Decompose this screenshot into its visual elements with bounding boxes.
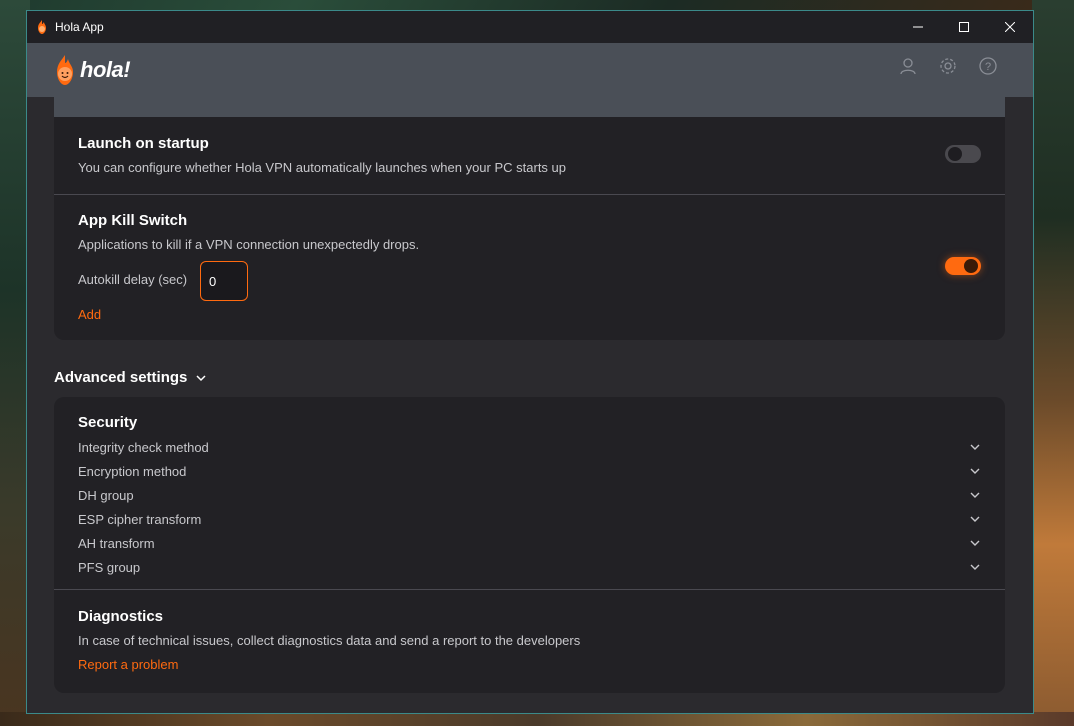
chevron-down-icon <box>196 374 206 381</box>
previous-section-edge <box>54 97 1005 117</box>
user-icon[interactable] <box>899 57 917 75</box>
chevron-down-icon <box>970 492 980 498</box>
help-icon[interactable]: ? <box>979 57 997 75</box>
add-app-link[interactable]: Add <box>78 307 101 322</box>
security-item-label: Integrity check method <box>78 439 209 455</box>
kill-switch-title: App Kill Switch <box>78 212 188 229</box>
svg-text:?: ? <box>985 61 991 73</box>
autokill-delay-label: Autokill delay (sec) <box>78 272 188 287</box>
minimize-button[interactable] <box>895 11 941 43</box>
security-item-esp-cipher[interactable]: ESP cipher transform <box>78 509 981 529</box>
advanced-settings-card: Security Integrity check method Encrypti… <box>54 397 1005 693</box>
maximize-button[interactable] <box>941 11 987 43</box>
security-item-label: AH transform <box>78 535 155 551</box>
app-header: hola! ? <box>27 43 1033 97</box>
logo-text: hola! <box>80 57 131 82</box>
hola-flame-logo-icon <box>57 55 73 85</box>
toggle-knob <box>964 259 978 273</box>
advanced-settings-label: Advanced settings <box>54 369 188 386</box>
settings-content[interactable]: Launch on startup You can configure whet… <box>27 97 1033 713</box>
hola-flame-icon <box>38 20 46 34</box>
window-controls <box>895 11 1033 43</box>
launch-on-startup-toggle[interactable] <box>945 145 981 163</box>
security-item-label: DH group <box>78 487 134 503</box>
hola-logo: hola! <box>53 55 131 85</box>
divider <box>54 194 1005 195</box>
chevron-down-icon <box>970 516 980 522</box>
security-item-integrity-check[interactable]: Integrity check method <box>78 437 981 457</box>
security-item-label: ESP cipher transform <box>78 511 202 527</box>
launch-on-startup-title: Launch on startup <box>78 135 209 152</box>
general-settings-card: Launch on startup You can configure whet… <box>54 117 1005 340</box>
kill-switch-toggle[interactable] <box>945 257 981 275</box>
header-icons: ? <box>899 57 997 75</box>
window-title: Hola App <box>55 20 104 34</box>
chevron-down-icon <box>970 468 980 474</box>
security-item-pfs-group[interactable]: PFS group <box>78 557 981 577</box>
autokill-delay-input[interactable] <box>200 261 248 301</box>
chevron-down-icon <box>970 564 980 570</box>
chevron-down-icon <box>970 444 980 450</box>
toggle-knob <box>948 147 962 161</box>
diagnostics-title: Diagnostics <box>78 608 164 625</box>
close-button[interactable] <box>987 11 1033 43</box>
minimize-icon <box>913 26 923 28</box>
security-title: Security <box>78 414 138 431</box>
chevron-down-icon <box>970 540 980 546</box>
diagnostics-description: In case of technical issues, collect dia… <box>78 633 581 648</box>
desktop-background-bottom <box>0 712 1074 726</box>
close-icon <box>1005 22 1015 32</box>
security-item-encryption[interactable]: Encryption method <box>78 461 981 481</box>
security-item-dh-group[interactable]: DH group <box>78 485 981 505</box>
report-problem-link[interactable]: Report a problem <box>78 657 178 672</box>
divider <box>54 589 1005 590</box>
kill-switch-description: Applications to kill if a VPN connection… <box>78 237 420 252</box>
app-window: Hola App hola! ? Launch on startup You c… <box>26 10 1034 714</box>
desktop-background-right <box>1032 0 1074 726</box>
maximize-icon <box>959 22 969 32</box>
title-bar[interactable]: Hola App <box>27 11 1033 43</box>
security-item-label: PFS group <box>78 559 141 575</box>
security-item-ah-transform[interactable]: AH transform <box>78 533 981 553</box>
advanced-settings-toggle[interactable]: Advanced settings <box>54 369 207 386</box>
launch-on-startup-description: You can configure whether Hola VPN autom… <box>78 160 567 175</box>
gear-icon[interactable] <box>939 57 957 75</box>
security-item-label: Encryption method <box>78 463 187 479</box>
